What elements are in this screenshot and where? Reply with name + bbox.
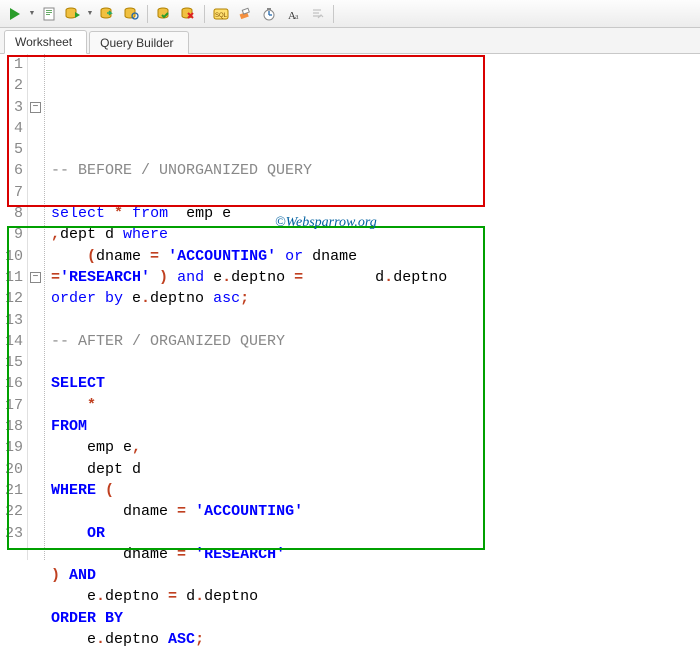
run-icon[interactable] xyxy=(4,3,26,25)
line-number: 7 xyxy=(0,182,23,203)
font-icon[interactable]: Aa xyxy=(282,3,304,25)
code-area[interactable]: ©Websparrow.org -- BEFORE / UNORGANIZED … xyxy=(45,54,700,560)
code-line[interactable]: -- BEFORE / UNORGANIZED QUERY xyxy=(51,160,700,181)
code-line[interactable]: ) AND xyxy=(51,565,700,586)
code-line[interactable] xyxy=(51,182,700,203)
code-line[interactable]: e.deptno = d.deptno xyxy=(51,586,700,607)
db-cancel-icon[interactable] xyxy=(177,3,199,25)
code-line[interactable]: (dname = 'ACCOUNTING' or dname xyxy=(51,246,700,267)
line-number: 3 xyxy=(0,97,23,118)
line-number: 6 xyxy=(0,160,23,181)
tab-query-builder[interactable]: Query Builder xyxy=(89,31,188,54)
line-number: 2 xyxy=(0,75,23,96)
line-number: 4 xyxy=(0,118,23,139)
run-dropdown-icon[interactable]: ▼ xyxy=(28,3,36,25)
code-line[interactable]: * xyxy=(51,395,700,416)
line-number: 12 xyxy=(0,288,23,309)
code-line[interactable] xyxy=(51,310,700,331)
toolbar-separator xyxy=(333,5,334,23)
code-line[interactable]: OR xyxy=(51,523,700,544)
line-number: 5 xyxy=(0,139,23,160)
code-line[interactable]: WHERE ( xyxy=(51,480,700,501)
line-number: 1 xyxy=(0,54,23,75)
tab-worksheet[interactable]: Worksheet xyxy=(4,30,87,54)
fold-toggle-icon[interactable]: − xyxy=(30,102,41,113)
code-line[interactable]: select * from emp e xyxy=(51,203,700,224)
line-number: 10 xyxy=(0,246,23,267)
line-number: 14 xyxy=(0,331,23,352)
line-number: 9 xyxy=(0,224,23,245)
code-line[interactable]: emp e, xyxy=(51,437,700,458)
db-run-icon[interactable] xyxy=(62,3,84,25)
code-line[interactable]: e.deptno ASC; xyxy=(51,629,700,650)
line-number: 17 xyxy=(0,395,23,416)
format-icon[interactable] xyxy=(306,3,328,25)
code-line[interactable]: order by e.deptno asc; xyxy=(51,288,700,309)
line-number: 15 xyxy=(0,352,23,373)
code-line[interactable]: dept d xyxy=(51,459,700,480)
line-number: 11 xyxy=(0,267,23,288)
svg-text:SQL: SQL xyxy=(215,13,228,19)
code-line[interactable]: SELECT xyxy=(51,373,700,394)
line-number: 19 xyxy=(0,437,23,458)
line-number: 20 xyxy=(0,459,23,480)
rollback-icon[interactable] xyxy=(120,3,142,25)
db-check-icon[interactable] xyxy=(153,3,175,25)
toolbar: ▼ ▼ SQL Aa xyxy=(0,0,700,28)
timer-icon[interactable] xyxy=(258,3,280,25)
line-number: 21 xyxy=(0,480,23,501)
code-line[interactable] xyxy=(51,352,700,373)
code-line[interactable]: dname = 'ACCOUNTING' xyxy=(51,501,700,522)
line-number: 13 xyxy=(0,310,23,331)
code-line[interactable]: ='RESEARCH' ) and e.deptno = d.deptno xyxy=(51,267,700,288)
commit-icon[interactable] xyxy=(96,3,118,25)
code-line[interactable]: -- AFTER / ORGANIZED QUERY xyxy=(51,331,700,352)
code-line[interactable]: FROM xyxy=(51,416,700,437)
line-number: 18 xyxy=(0,416,23,437)
line-number: 23 xyxy=(0,523,23,544)
fold-column: −− xyxy=(28,54,44,560)
script-icon[interactable] xyxy=(38,3,60,25)
fold-toggle-icon[interactable]: − xyxy=(30,272,41,283)
line-number: 22 xyxy=(0,501,23,522)
code-line[interactable]: dname = 'RESEARCH' xyxy=(51,544,700,565)
code-line[interactable]: ,dept d where xyxy=(51,224,700,245)
tab-bar: Worksheet Query Builder xyxy=(0,28,700,54)
line-number: 16 xyxy=(0,373,23,394)
sql-badge-icon[interactable]: SQL xyxy=(210,3,232,25)
toolbar-separator xyxy=(147,5,148,23)
db-run-dropdown-icon[interactable]: ▼ xyxy=(86,3,94,25)
svg-text:a: a xyxy=(295,12,299,21)
toolbar-separator xyxy=(204,5,205,23)
code-line[interactable]: ORDER BY xyxy=(51,608,700,629)
line-gutter: 1234567891011121314151617181920212223 xyxy=(0,54,28,560)
eraser-icon[interactable] xyxy=(234,3,256,25)
line-number: 8 xyxy=(0,203,23,224)
sql-editor[interactable]: 1234567891011121314151617181920212223 −−… xyxy=(0,54,700,560)
